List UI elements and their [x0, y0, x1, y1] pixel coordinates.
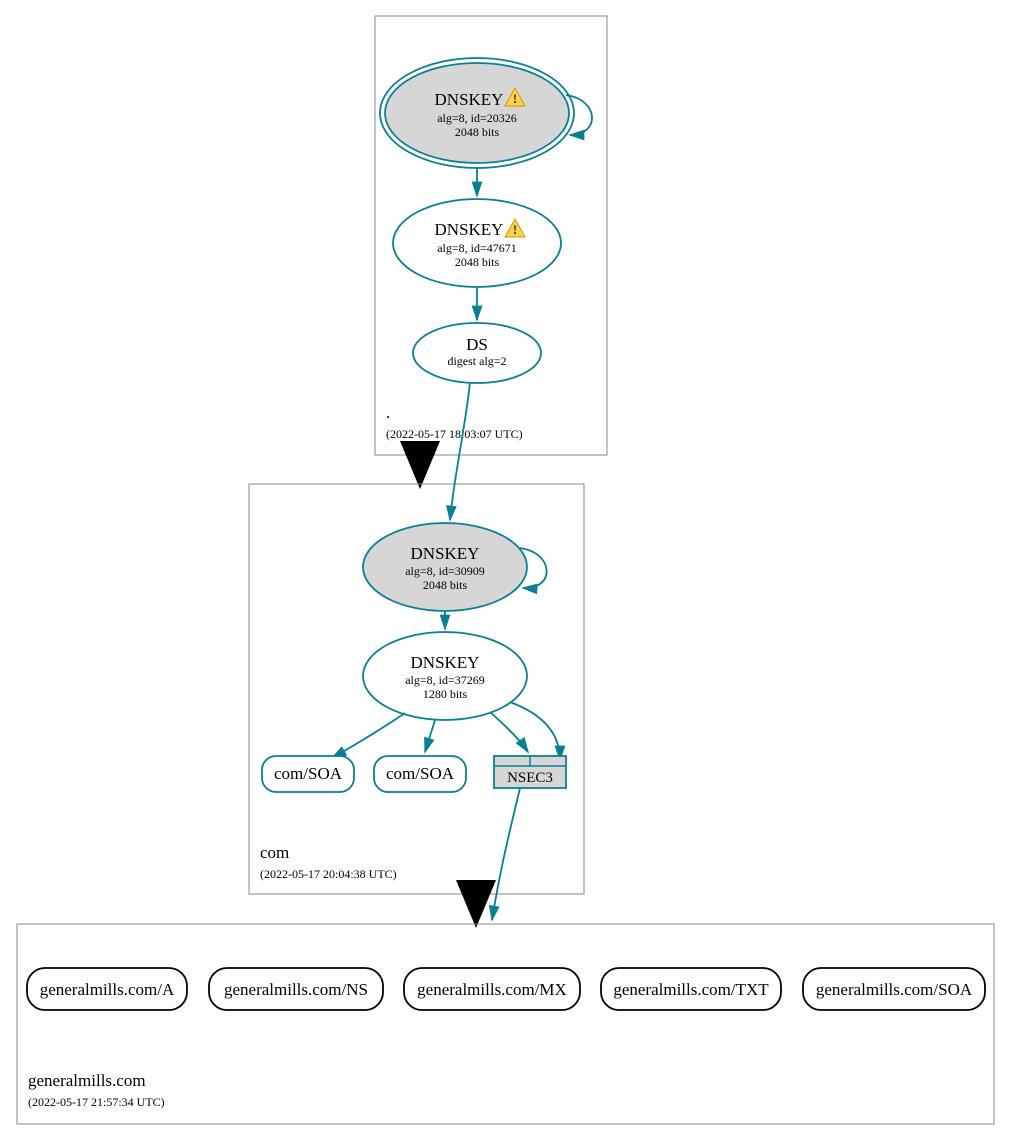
leaf-soa-label: generalmills.com/SOA — [816, 980, 973, 999]
leaf-mx-node[interactable]: generalmills.com/MX — [404, 968, 580, 1010]
zone-com-ts: (2022-05-17 20:04:38 UTC) — [260, 867, 397, 881]
edge-zsk-soa2 — [425, 720, 435, 752]
edge-zsk-nsec3 — [490, 712, 528, 752]
com-zsk-l1: alg=8, id=37269 — [405, 673, 485, 687]
dnssec-graph: . (2022-05-17 18:03:07 UTC) DNSKEY ! alg… — [0, 0, 1011, 1140]
com-nsec3-label: NSEC3 — [507, 770, 553, 786]
com-soa1-label: com/SOA — [274, 764, 343, 783]
com-soa1-node[interactable]: com/SOA — [262, 756, 354, 792]
root-ksk-l2: 2048 bits — [455, 125, 500, 139]
root-ksk-title: DNSKEY — [435, 90, 504, 109]
root-ksk-l1: alg=8, id=20326 — [437, 111, 517, 125]
root-zsk-l1: alg=8, id=47671 — [437, 241, 517, 255]
leaf-txt-node[interactable]: generalmills.com/TXT — [601, 968, 781, 1010]
root-ds-l1: digest alg=2 — [447, 354, 506, 368]
root-zsk-l2: 2048 bits — [455, 255, 500, 269]
svg-text:!: ! — [513, 91, 517, 106]
zone-leaf: generalmills.com (2022-05-17 21:57:34 UT… — [17, 924, 994, 1124]
root-zsk-title: DNSKEY — [435, 220, 504, 239]
com-ksk-l2: 2048 bits — [423, 578, 468, 592]
leaf-ns-node[interactable]: generalmills.com/NS — [209, 968, 383, 1010]
com-ksk-node[interactable]: DNSKEY alg=8, id=30909 2048 bits — [363, 523, 527, 611]
edge-zsk-nsec3b — [510, 702, 560, 760]
com-nsec3-node[interactable]: NSEC3 — [494, 756, 566, 788]
edge-nsec3-leaf — [492, 788, 520, 920]
com-ksk-l1: alg=8, id=30909 — [405, 564, 485, 578]
leaf-a-label: generalmills.com/A — [40, 980, 175, 999]
root-ksk-node[interactable]: DNSKEY ! alg=8, id=20326 2048 bits — [380, 58, 574, 168]
leaf-mx-label: generalmills.com/MX — [417, 980, 567, 999]
svg-text:!: ! — [513, 222, 517, 237]
root-ds-title: DS — [466, 335, 488, 354]
root-zsk-node[interactable]: DNSKEY ! alg=8, id=47671 2048 bits — [393, 199, 561, 287]
edge-ds-comksk — [450, 382, 470, 520]
zone-root-ts: (2022-05-17 18:03:07 UTC) — [386, 427, 523, 441]
com-zsk-title: DNSKEY — [411, 653, 480, 672]
com-soa2-label: com/SOA — [386, 764, 455, 783]
zone-leaf-name: generalmills.com — [28, 1071, 146, 1090]
leaf-txt-label: generalmills.com/TXT — [613, 980, 769, 999]
svg-text:DNSKEY: DNSKEY — [435, 220, 504, 239]
leaf-ns-label: generalmills.com/NS — [224, 980, 368, 999]
leaf-soa-node[interactable]: generalmills.com/SOA — [803, 968, 985, 1010]
com-ksk-title: DNSKEY — [411, 544, 480, 563]
root-ds-node[interactable]: DS digest alg=2 — [413, 323, 541, 383]
com-zsk-l2: 1280 bits — [423, 687, 468, 701]
zone-root-name: . — [386, 403, 390, 422]
com-soa2-node[interactable]: com/SOA — [374, 756, 466, 792]
zone-leaf-ts: (2022-05-17 21:57:34 UTC) — [28, 1095, 165, 1109]
svg-text:DNSKEY: DNSKEY — [435, 90, 504, 109]
zone-com-name: com — [260, 843, 289, 862]
leaf-a-node[interactable]: generalmills.com/A — [27, 968, 187, 1010]
com-zsk-node[interactable]: DNSKEY alg=8, id=37269 1280 bits — [363, 632, 527, 720]
edge-zsk-soa1 — [332, 713, 405, 758]
